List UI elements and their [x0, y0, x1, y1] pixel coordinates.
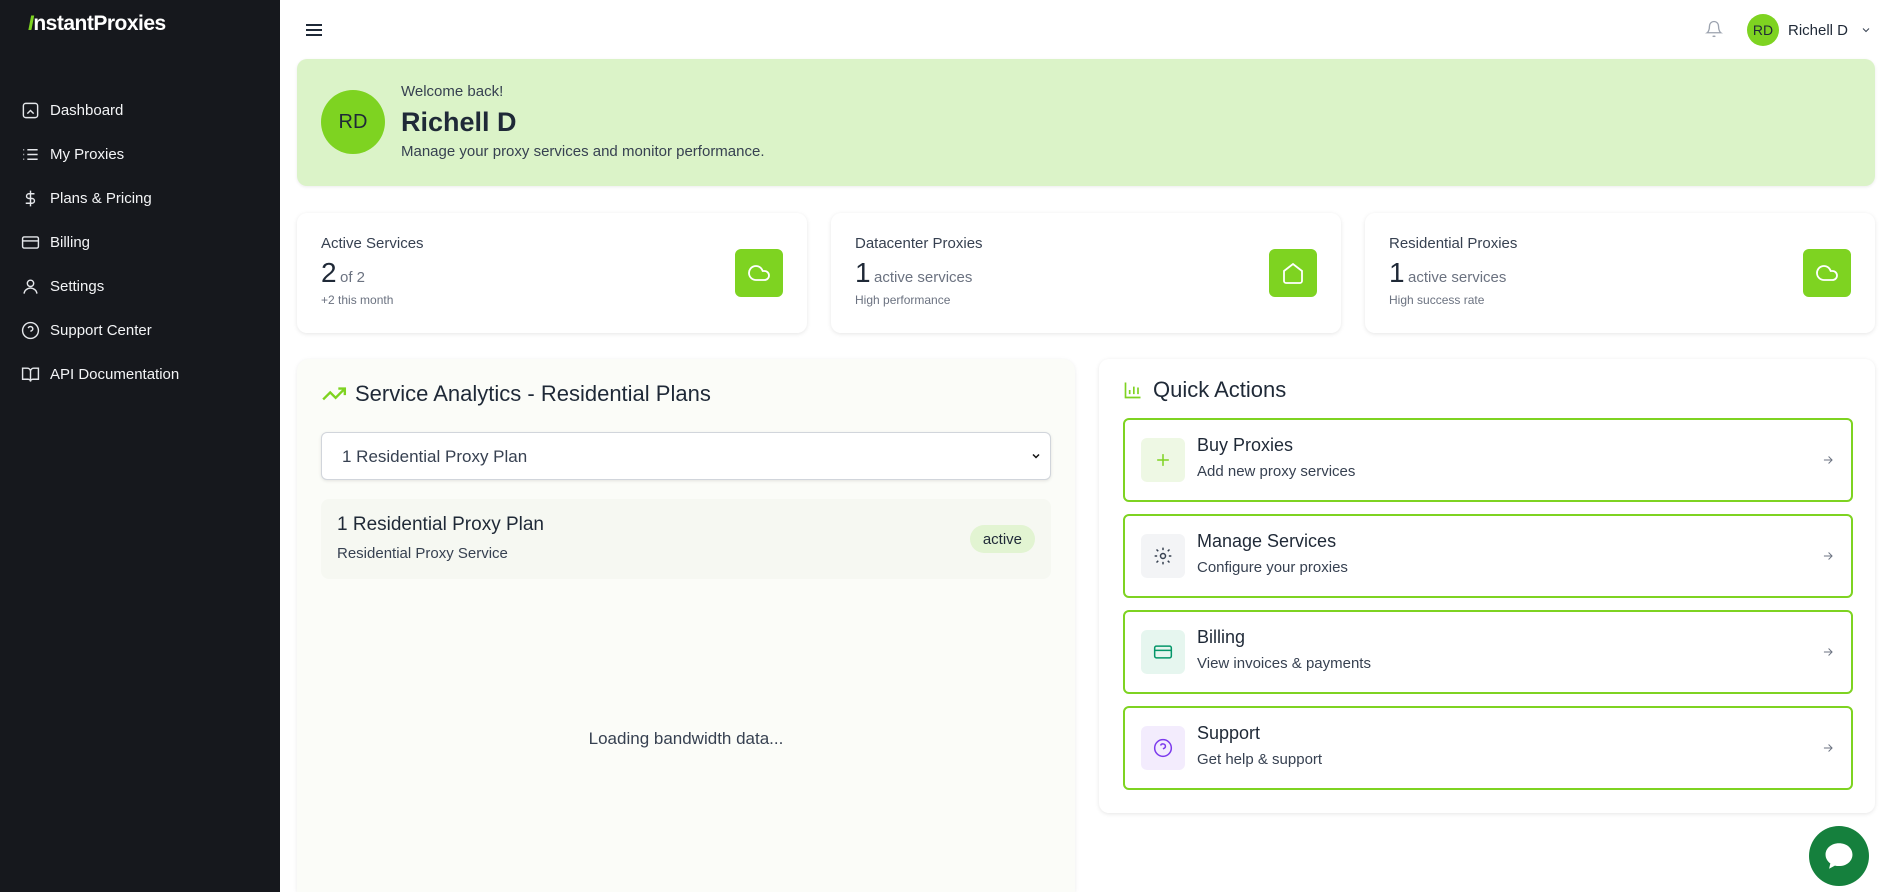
- sidebar-item-label: Plans & Pricing: [50, 189, 152, 207]
- service-analytics-panel: Service Analytics - Residential Plans 1 …: [297, 359, 1075, 892]
- bell-icon[interactable]: [1705, 20, 1723, 38]
- arrow-right-icon: [1823, 648, 1833, 656]
- avatar: RD: [321, 90, 385, 154]
- plan-select[interactable]: 1 Residential Proxy Plan: [321, 432, 1051, 480]
- arrow-right-icon: [1823, 744, 1833, 752]
- sidebar-item-label: Billing: [50, 233, 91, 251]
- list-icon: [23, 148, 38, 160]
- welcome-description: Manage your proxy services and monitor p…: [401, 143, 765, 160]
- sidebar-item-api-documentation[interactable]: API Documentation: [0, 352, 280, 396]
- loading-text: Loading bandwidth data...: [588, 729, 784, 748]
- sidebar-nav: Dashboard My Proxies Plans & Pricing Bil…: [0, 88, 280, 396]
- sidebar-item-label: Support Center: [50, 321, 152, 339]
- quick-action-title: Support: [1197, 723, 1261, 743]
- credit-card-icon: [1141, 630, 1185, 674]
- arrow-right-icon: [1823, 552, 1833, 560]
- sidebar-item-label: Dashboard: [50, 101, 124, 119]
- gear-icon: [1141, 534, 1185, 578]
- home-icon: [1269, 249, 1317, 297]
- stat-value: 2: [321, 257, 337, 288]
- sidebar-item-label: API Documentation: [50, 365, 180, 383]
- user-icon: [23, 278, 38, 294]
- stat-label: Active Services: [321, 235, 424, 252]
- sidebar-item-label: My Proxies: [50, 145, 125, 163]
- topbar: RD Richell D: [280, 0, 1891, 58]
- stat-note: +2 this month: [321, 293, 394, 307]
- quick-action-title: Manage Services: [1197, 531, 1337, 551]
- logo[interactable]: InstantProxies: [28, 12, 166, 36]
- quick-action-support[interactable]: Support Get help & support: [1123, 706, 1853, 790]
- dashboard-icon: [22, 102, 39, 118]
- chat-bubble-icon: [1825, 843, 1853, 869]
- plan-card: 1 Residential Proxy Plan Residential Pro…: [321, 499, 1051, 579]
- quick-action-manage-services[interactable]: Manage Services Configure your proxies: [1123, 514, 1853, 598]
- bar-chart-icon: [1124, 382, 1141, 399]
- stat-value: 1: [855, 257, 871, 288]
- stat-label: Residential Proxies: [1389, 235, 1518, 252]
- stat-card-residential-proxies: Residential Proxies 1 active services Hi…: [1365, 213, 1875, 333]
- sidebar-item-my-proxies[interactable]: My Proxies: [0, 132, 280, 176]
- quick-action-billing[interactable]: Billing View invoices & payments: [1123, 610, 1853, 694]
- main-content: RD Richell D RD Welcome back! Richell D …: [280, 0, 1891, 892]
- quick-action-subtitle: Get help & support: [1197, 751, 1323, 768]
- sidebar-item-support-center[interactable]: Support Center: [0, 308, 280, 352]
- stat-note: High success rate: [1389, 293, 1485, 307]
- dollar-icon: [25, 190, 36, 206]
- stat-suffix: active services: [874, 269, 973, 286]
- user-menu[interactable]: RD Richell D: [1747, 14, 1872, 46]
- menu-icon[interactable]: [306, 21, 322, 37]
- welcome-subtitle: Welcome back!: [401, 83, 504, 100]
- plan-subtitle: Residential Proxy Service: [337, 545, 508, 562]
- logo-text: nstantProxies: [33, 12, 166, 35]
- book-icon: [21, 366, 40, 382]
- stat-suffix: active services: [1408, 269, 1507, 286]
- sidebar-item-plans-pricing[interactable]: Plans & Pricing: [0, 176, 280, 220]
- quick-action-subtitle: Configure your proxies: [1197, 559, 1348, 576]
- welcome-name: Richell D: [401, 107, 517, 137]
- stat-suffix: of 2: [340, 269, 366, 286]
- quick-actions-title: Quick Actions: [1123, 377, 1286, 403]
- analytics-title: Service Analytics - Residential Plans: [321, 381, 711, 407]
- welcome-banner: RD Welcome back! Richell D Manage your p…: [297, 59, 1875, 186]
- sidebar-item-dashboard[interactable]: Dashboard: [0, 88, 280, 132]
- plan-title: 1 Residential Proxy Plan: [337, 514, 544, 535]
- plan-select-value: 1 Residential Proxy Plan: [342, 447, 528, 466]
- quick-actions-panel: Quick Actions Buy Proxies Add new proxy …: [1099, 359, 1875, 813]
- status-badge: active: [969, 525, 1035, 553]
- quick-action-subtitle: Add new proxy services: [1197, 463, 1356, 480]
- quick-action-title: Billing: [1197, 627, 1246, 647]
- user-name: Richell D: [1788, 21, 1849, 39]
- help-circle-icon: [21, 321, 40, 339]
- credit-card-icon: [21, 235, 40, 249]
- trending-up-icon: [322, 387, 347, 401]
- arrow-right-icon: [1823, 456, 1833, 464]
- help-circle-icon: [1141, 726, 1185, 770]
- chat-widget-button[interactable]: [1809, 826, 1869, 886]
- sidebar-item-label: Settings: [50, 277, 105, 295]
- stat-card-datacenter-proxies: Datacenter Proxies 1 active services Hig…: [831, 213, 1341, 333]
- quick-action-subtitle: View invoices & payments: [1197, 655, 1371, 672]
- cloud-icon: [735, 249, 783, 297]
- sidebar-item-billing[interactable]: Billing: [0, 220, 280, 264]
- plus-icon: [1141, 438, 1185, 482]
- cloud-icon: [1803, 249, 1851, 297]
- stat-note: High performance: [855, 293, 951, 307]
- stat-value: 1: [1389, 257, 1405, 288]
- chevron-down-icon: [1862, 28, 1870, 33]
- chevron-down-icon: [1032, 453, 1040, 459]
- avatar: RD: [1747, 14, 1779, 46]
- quick-action-buy-proxies[interactable]: Buy Proxies Add new proxy services: [1123, 418, 1853, 502]
- stat-label: Datacenter Proxies: [855, 235, 983, 252]
- quick-action-title: Buy Proxies: [1197, 435, 1294, 455]
- stat-card-active-services: Active Services 2 of 2 +2 this month: [297, 213, 807, 333]
- sidebar: InstantProxies Dashboard My Proxies Plan…: [0, 0, 280, 892]
- sidebar-item-settings[interactable]: Settings: [0, 264, 280, 308]
